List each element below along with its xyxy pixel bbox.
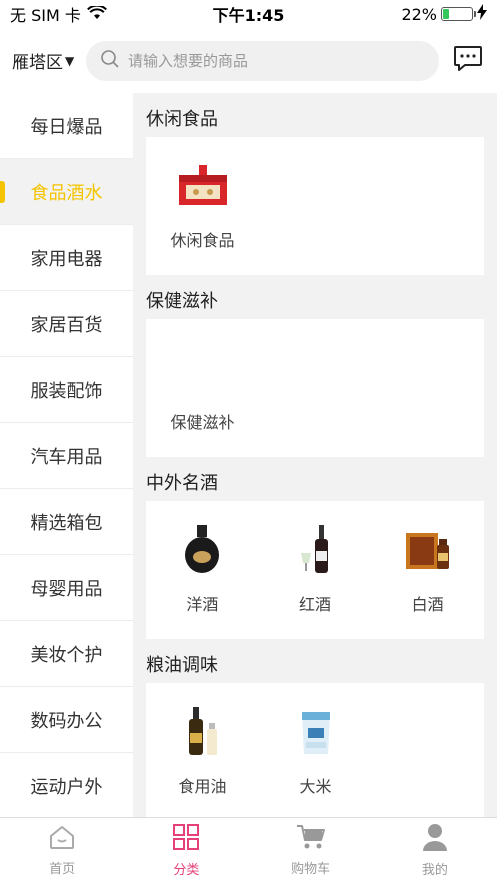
section-card: 休闲食品 <box>146 137 484 275</box>
product-item[interactable]: 洋酒 <box>146 521 259 615</box>
product-item[interactable]: 休闲食品 <box>146 157 259 251</box>
product-item[interactable]: 红酒 <box>259 521 372 615</box>
district-selector[interactable]: 雁塔区 ▼ <box>12 48 82 73</box>
charging-bolt-icon <box>477 4 487 24</box>
user-icon <box>422 823 448 855</box>
rice-bag-icon <box>288 703 344 759</box>
section-card: 保健滋补 <box>146 319 484 457</box>
sidebar-item-sports[interactable]: 运动户外 <box>0 753 133 817</box>
sidebar-item-appliances[interactable]: 家用电器 <box>0 225 133 291</box>
section-title: 保健滋补 <box>146 291 218 312</box>
sidebar-item-daily-hot[interactable]: 每日爆品 <box>0 93 133 159</box>
section-title: 中外名酒 <box>146 473 218 494</box>
product-item[interactable]: 白酒 <box>371 521 484 615</box>
tab-home[interactable]: 首页 <box>0 818 124 883</box>
sidebar-item-auto[interactable]: 汽车用品 <box>0 423 133 489</box>
sidebar-item-digital[interactable]: 数码办公 <box>0 687 133 753</box>
battery-icon <box>441 7 476 21</box>
product-name: 洋酒 <box>186 595 219 614</box>
snack-gift-box-icon <box>175 157 231 213</box>
status-bar: 无 SIM 卡 下午1:45 22% <box>0 0 497 28</box>
search-bar[interactable] <box>86 40 439 81</box>
search-icon <box>100 49 120 73</box>
product-name: 大米 <box>299 777 332 796</box>
section-title: 粮油调味 <box>146 655 218 676</box>
tab-label: 分类 <box>173 863 200 878</box>
product-name: 食用油 <box>178 777 227 796</box>
sidebar-item-apparel[interactable]: 服装配饰 <box>0 357 133 423</box>
tab-category[interactable]: 分类 <box>124 818 248 883</box>
red-wine-bottle-icon <box>287 521 343 577</box>
product-item[interactable]: 保健滋补 <box>146 339 259 433</box>
wifi-icon <box>86 4 107 24</box>
product-name: 白酒 <box>411 595 444 614</box>
district-label: 雁塔区 <box>12 53 63 73</box>
foreign-liquor-bottle-icon <box>174 521 230 577</box>
section-card: 洋酒 红酒 白酒 <box>146 501 484 639</box>
sidebar-item-label: 美妆个护 <box>30 644 103 666</box>
sidebar-item-label: 家用电器 <box>30 248 103 270</box>
sidebar-item-label: 精选箱包 <box>30 512 103 534</box>
top-header: 雁塔区 ▼ <box>0 28 497 93</box>
caret-down-icon: ▼ <box>65 53 75 68</box>
search-input[interactable] <box>128 51 425 70</box>
sidebar-item-label: 食品酒水 <box>30 182 103 204</box>
tab-cart[interactable]: 购物车 <box>249 818 373 883</box>
sidebar-item-label: 运动户外 <box>30 776 103 798</box>
category-content: 休闲食品 休闲食品 保健滋补 保健滋补 中外名酒 洋酒 红酒 白酒 粮油调味 食… <box>133 93 497 817</box>
section-card: 食用油 大米 <box>146 683 484 817</box>
tab-label: 购物车 <box>291 862 331 877</box>
battery-percent: 22% <box>401 4 437 24</box>
cart-icon <box>296 824 326 854</box>
sidebar-item-label: 家居百货 <box>30 314 103 336</box>
home-icon <box>48 824 76 854</box>
product-item[interactable]: 食用油 <box>146 703 259 797</box>
sidebar-item-home-goods[interactable]: 家居百货 <box>0 291 133 357</box>
product-image-placeholder <box>175 339 231 395</box>
product-name: 红酒 <box>299 595 332 614</box>
category-sidebar: 每日爆品 食品酒水 家用电器 家居百货 服装配饰 汽车用品 精选箱包 母婴用品 … <box>0 93 133 817</box>
app-screen: 无 SIM 卡 下午1:45 22% 雁塔区 ▼ 请输入想要的商品 每日爆品 食… <box>0 0 497 883</box>
tab-profile[interactable]: 我的 <box>373 818 497 883</box>
chat-bubble-icon <box>453 45 483 77</box>
product-item[interactable]: 大米 <box>259 703 372 797</box>
baijiu-gift-box-icon <box>400 521 456 577</box>
sidebar-item-baby[interactable]: 母婴用品 <box>0 555 133 621</box>
sidebar-item-label: 汽车用品 <box>30 446 103 468</box>
sidebar-item-label: 母婴用品 <box>30 578 103 600</box>
sidebar-item-label: 每日爆品 <box>30 116 103 138</box>
sidebar-item-label: 数码办公 <box>30 710 103 732</box>
product-name: 保健滋补 <box>170 413 235 432</box>
section-title: 休闲食品 <box>146 109 218 130</box>
tab-label: 首页 <box>49 862 76 877</box>
cooking-oil-bottle-icon <box>175 703 231 759</box>
message-button[interactable] <box>451 44 485 78</box>
sidebar-item-food-drinks[interactable]: 食品酒水 <box>0 159 133 225</box>
sidebar-item-beauty[interactable]: 美妆个护 <box>0 621 133 687</box>
carrier-label: 无 SIM 卡 <box>10 6 81 25</box>
sidebar-item-label: 服装配饰 <box>30 380 103 402</box>
bottom-tab-bar: 首页 分类 购物车 我的 <box>0 817 497 883</box>
product-name: 休闲食品 <box>170 231 235 250</box>
tab-label: 我的 <box>421 863 448 878</box>
sidebar-item-bags[interactable]: 精选箱包 <box>0 489 133 555</box>
category-grid-icon <box>172 823 200 855</box>
